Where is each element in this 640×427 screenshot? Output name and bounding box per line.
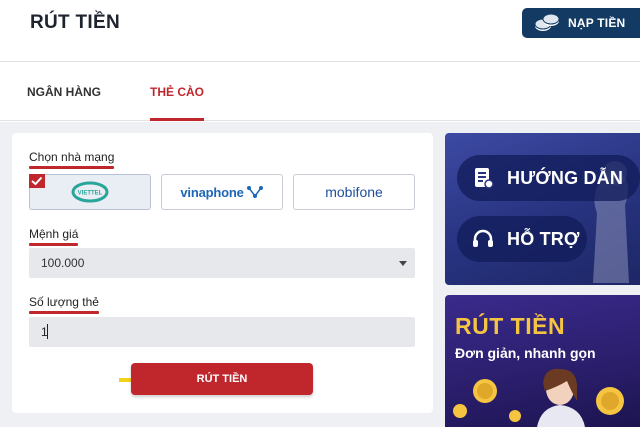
tab-bank[interactable]: NGÂN HÀNG [27,85,101,99]
operator-label-text: Chọn nhà mạng [29,150,115,164]
label-underline [29,243,79,246]
label-underline [29,166,115,169]
coins-icon [534,14,560,31]
support-button[interactable]: HỖ TRỢ [457,216,587,262]
operator-option-vinaphone[interactable]: vinaphone [161,174,283,210]
quantity-field-label: Số lượng thẻ [29,295,99,314]
topup-button[interactable]: NẠP TIỀN [522,8,640,38]
page-header: RÚT TIỀN NẠP TIỀN [0,0,640,62]
promo-illustration [453,368,624,427]
headset-icon [473,229,493,247]
chevron-down-icon [399,261,407,266]
operator-option-mobifone[interactable]: mobifone [293,174,415,210]
viettel-logo: VIETTEL [71,181,109,203]
promo-title: RÚT TIỀN [455,313,566,339]
quantity-label-text: Số lượng thẻ [29,295,99,309]
mobifone-logo-text: mobifone [325,184,383,200]
withdraw-form: Chọn nhà mạng VIETTEL vinaphone mobifone… [12,133,433,413]
operator-field-label: Chọn nhà mạng [29,150,115,169]
quantity-input[interactable] [29,317,415,347]
vinaphone-logo-text: vinaphone [180,184,244,200]
check-icon [29,174,45,188]
page-title: RÚT TIỀN [30,12,121,33]
operator-option-viettel[interactable]: VIETTEL [29,174,151,210]
guide-button[interactable]: HƯỚNG DẪN [457,155,640,201]
withdraw-submit-button[interactable]: RÚT TIỀN [131,363,313,395]
guide-label: HƯỚNG DẪN [507,167,624,188]
tab-scratch-card[interactable]: THẺ CÀO [150,85,204,121]
document-icon [475,168,494,189]
denomination-label-text: Mệnh giá [29,227,79,241]
tab-bar: NGÂN HÀNG THẺ CÀO [0,63,640,121]
promo-subtitle: Đơn giản, nhanh gọn [455,345,596,361]
denomination-field-label: Mệnh giá [29,227,79,246]
help-banner: HƯỚNG DẪN HỖ TRỢ [445,133,640,285]
support-label: HỖ TRỢ [507,228,580,249]
topup-label: NẠP TIỀN [568,16,626,30]
promo-banner[interactable]: RÚT TIỀN Đơn giản, nhanh gọn [445,295,640,427]
denomination-select[interactable]: 100.000 [29,248,415,278]
viettel-logo-text: VIETTEL [78,191,103,197]
denomination-value: 100.000 [41,256,85,270]
vinaphone-mark-icon [246,186,263,198]
label-underline [29,311,99,314]
text-cursor [47,324,48,339]
